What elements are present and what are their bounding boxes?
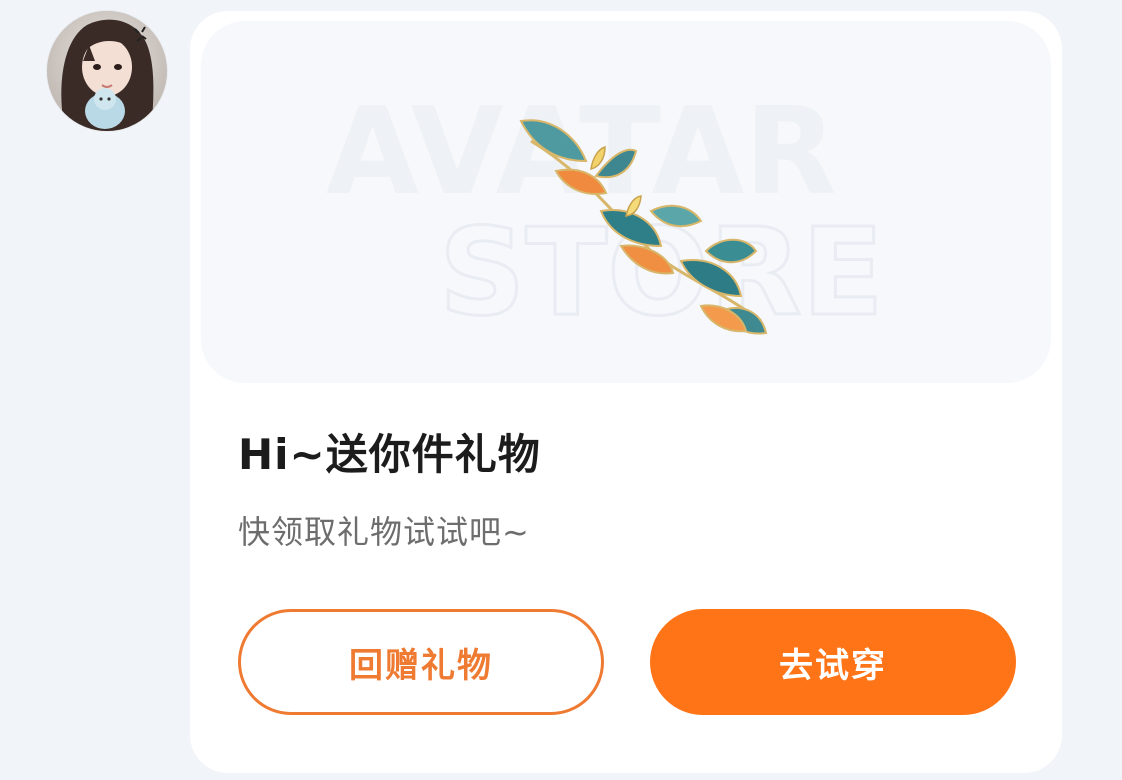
return-gift-button[interactable]: 回赠礼物 (238, 609, 604, 715)
try-on-button[interactable]: 去试穿 (650, 609, 1016, 715)
avatar-image (47, 11, 167, 131)
gift-title: Hi~送你件礼物 (238, 430, 541, 479)
chat-gift-message: AVATAR STORE (0, 0, 1122, 780)
gift-subtitle: 快领取礼物试试吧~ (238, 513, 530, 551)
gift-card: AVATAR STORE (190, 11, 1062, 773)
banner-artwork: AVATAR STORE (326, 83, 885, 345)
gift-banner: AVATAR STORE (201, 21, 1051, 383)
sender-avatar[interactable] (47, 11, 167, 131)
